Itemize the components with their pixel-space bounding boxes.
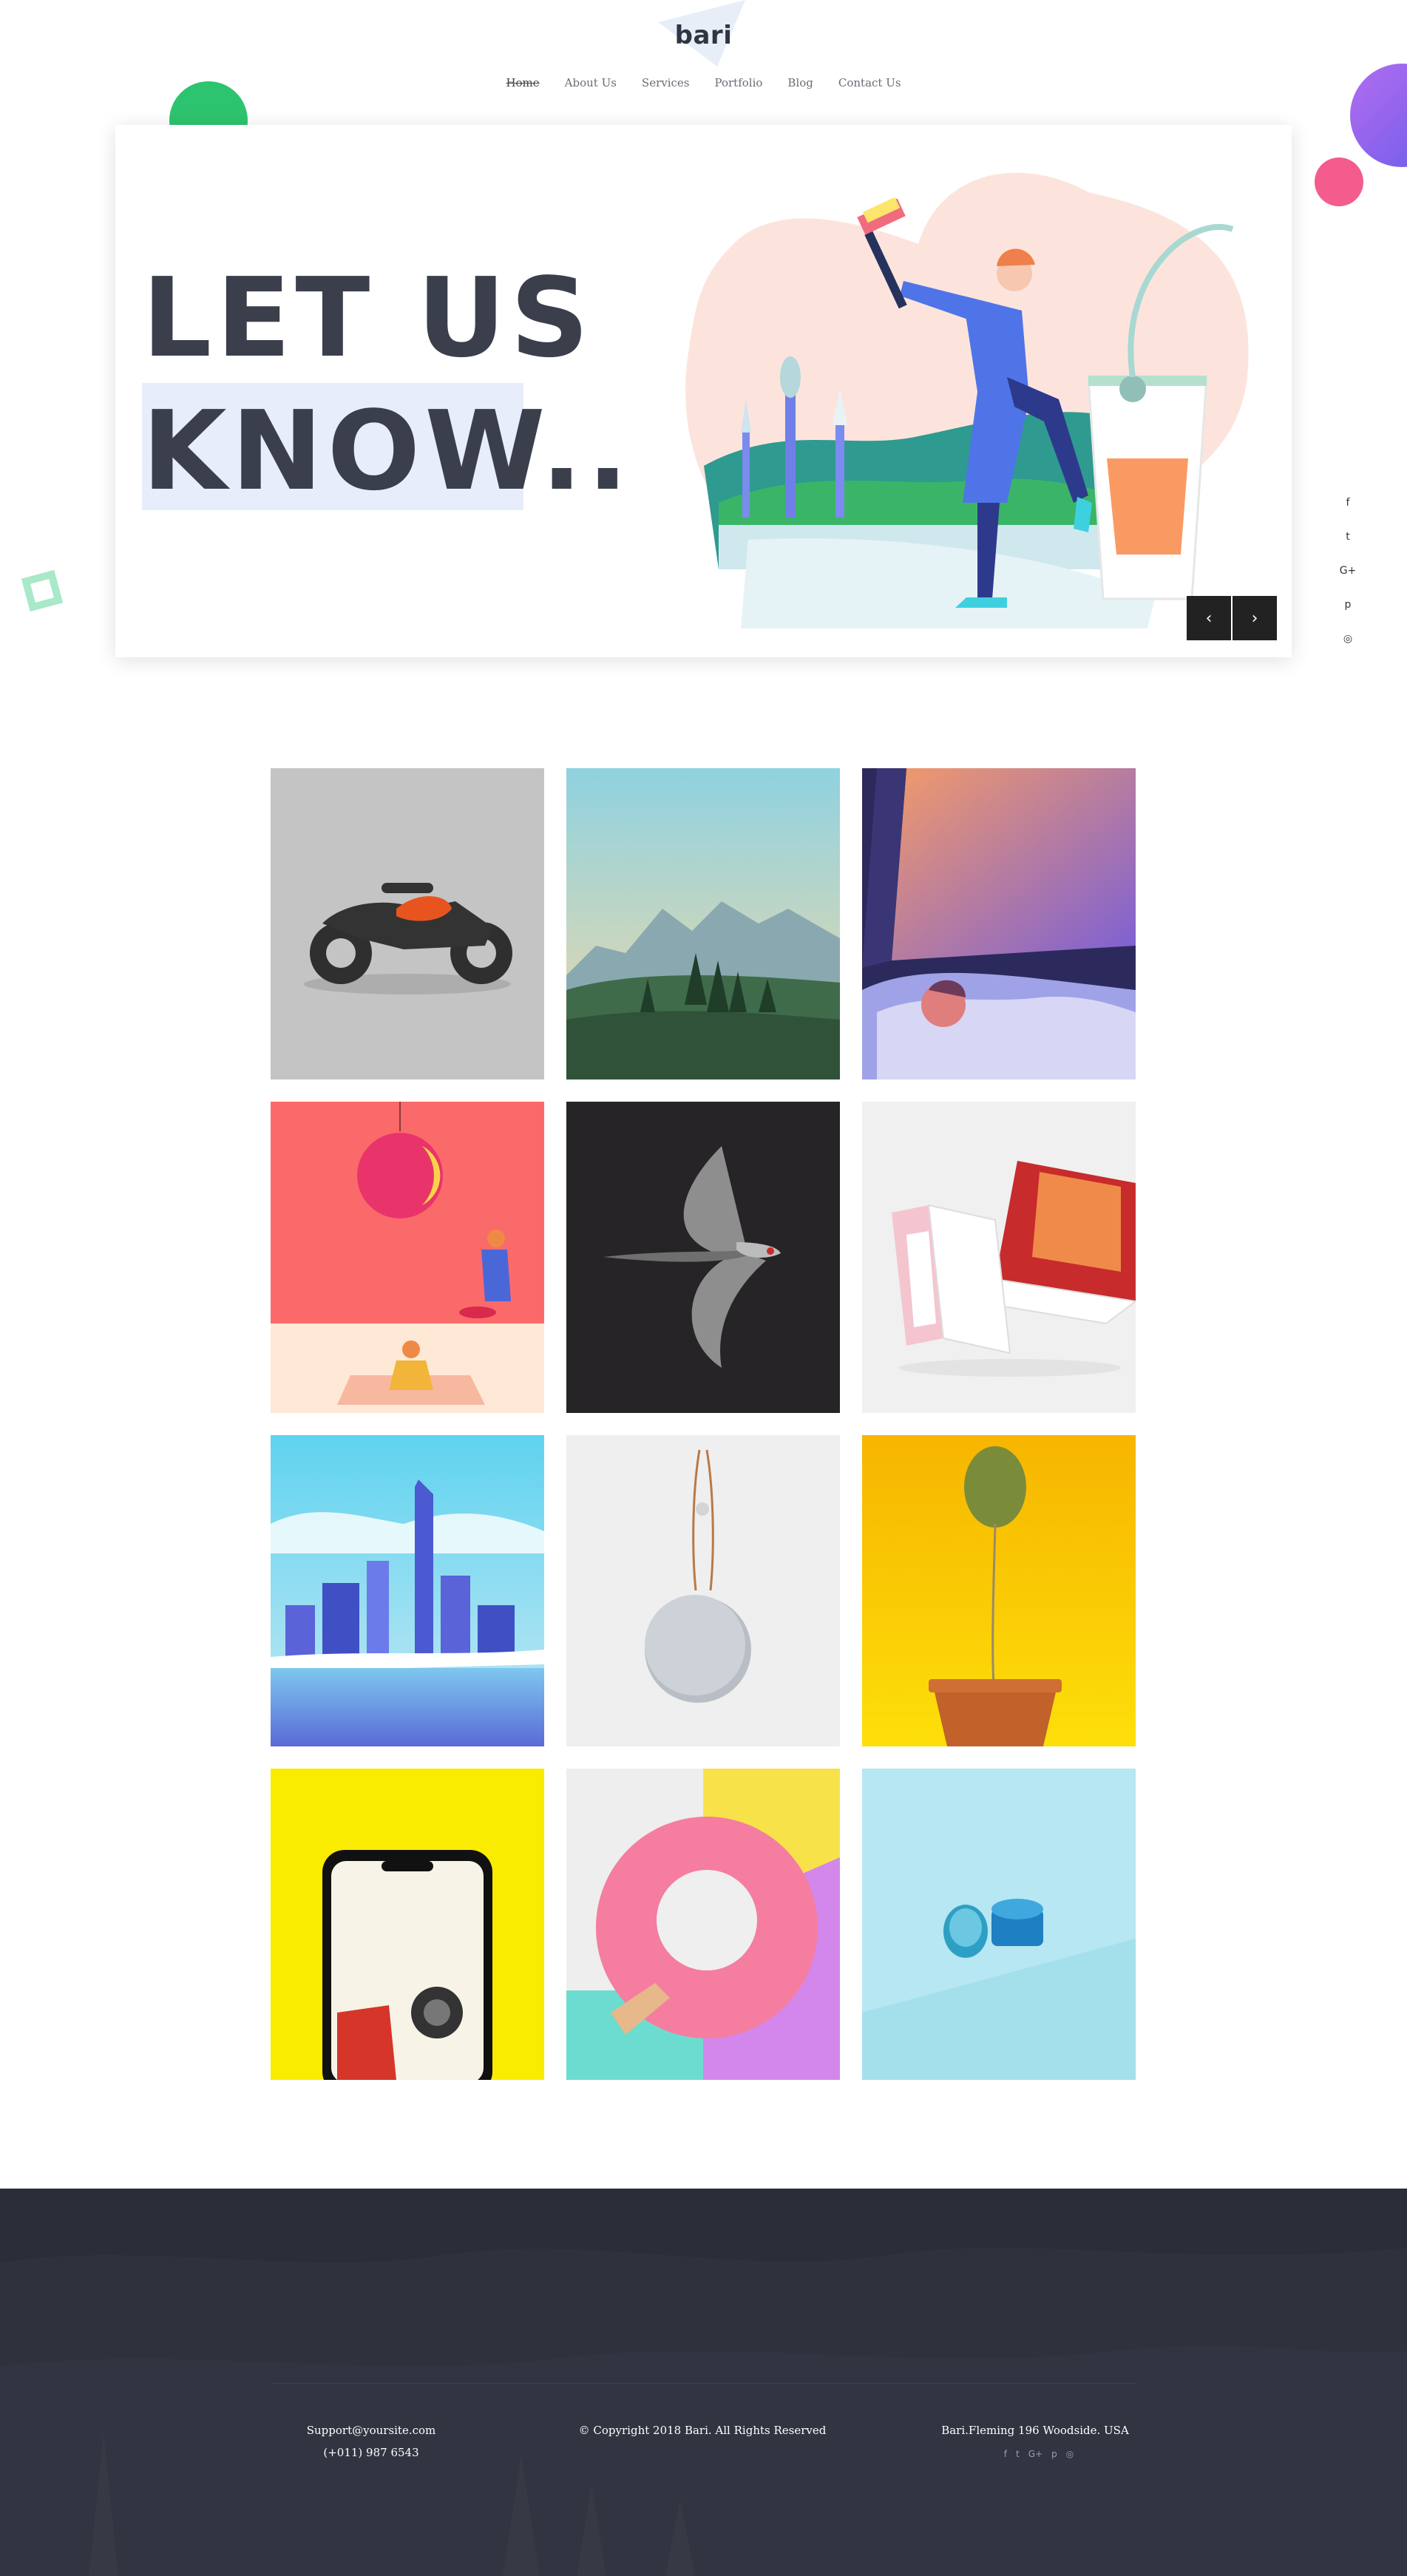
- chevron-left-icon: ‹: [1205, 609, 1213, 628]
- bluetooth-speaker-image: [566, 1435, 840, 1746]
- footer-address: Bari.Fleming 196 Woodside. USA: [941, 2424, 1129, 2437]
- blue-boxes-image: [862, 1769, 1136, 2080]
- pink-circle-decoration: [1315, 157, 1363, 206]
- pinterest-icon[interactable]: p: [1051, 2449, 1057, 2459]
- gallery-item-people-relaxing[interactable]: [271, 1102, 544, 1413]
- gallery-item-phone[interactable]: [271, 1769, 544, 2080]
- facebook-icon[interactable]: f: [1346, 495, 1350, 510]
- window-sleeper-image: [862, 768, 1136, 1079]
- nav-item-about-us[interactable]: About Us: [565, 76, 617, 89]
- gallery-item-swallow[interactable]: [566, 1102, 840, 1413]
- google-plus-icon[interactable]: G+: [1028, 2449, 1042, 2459]
- swallow-bird-image: [566, 1102, 840, 1413]
- footer-social-links: f t G+ p ◎: [983, 2449, 1094, 2459]
- footer-divider: [271, 2383, 1136, 2384]
- dribbble-icon[interactable]: ◎: [1343, 631, 1352, 646]
- slider-next-button[interactable]: ›: [1233, 596, 1277, 640]
- footer-phone: (+011) 987 6543: [323, 2446, 419, 2459]
- city-skyline-image: [271, 1435, 544, 1746]
- motorcycle-image: [271, 768, 544, 1079]
- people-relaxing-image: [271, 1102, 544, 1413]
- logo[interactable]: bari: [0, 21, 1407, 50]
- hero-heading-line2: KNOW..: [142, 387, 633, 515]
- gallery-item-pink-plate[interactable]: [566, 1769, 840, 2080]
- nav-item-services[interactable]: Services: [642, 76, 690, 89]
- site-footer: Support@yoursite.com (+011) 987 6543 © C…: [0, 2189, 1407, 2576]
- pink-plate-image: [566, 1769, 840, 2080]
- cactus-pot-image: [862, 1435, 1136, 1746]
- twitter-icon[interactable]: t: [1346, 529, 1350, 544]
- slider-prev-button[interactable]: ‹: [1187, 596, 1231, 640]
- chevron-right-icon: ›: [1251, 609, 1258, 628]
- dribbble-icon[interactable]: ◎: [1066, 2449, 1074, 2459]
- painter-illustration: [685, 172, 1249, 628]
- gallery-item-city[interactable]: [271, 1435, 544, 1746]
- gallery-item-cactus[interactable]: [862, 1435, 1136, 1746]
- hero-heading-line1: LET US: [142, 254, 594, 382]
- footer-email-link[interactable]: Support@yoursite.com: [271, 2424, 471, 2437]
- gallery-item-mountains[interactable]: [566, 768, 840, 1079]
- twitter-icon[interactable]: t: [1016, 2449, 1020, 2459]
- social-sidebar: f t G+ p ◎: [1338, 495, 1357, 646]
- mountain-landscape-image: [566, 768, 840, 1079]
- gallery-item-window-sleeper[interactable]: [862, 768, 1136, 1079]
- footer-copyright: © Copyright 2018 Bari. All Rights Reserv…: [578, 2424, 827, 2437]
- pinterest-icon[interactable]: p: [1345, 597, 1352, 612]
- laptop-mockup-image: [862, 1102, 1136, 1413]
- nav-item-contact-us[interactable]: Contact Us: [838, 76, 901, 89]
- nav-item-blog[interactable]: Blog: [787, 76, 813, 89]
- gallery-item-motorcycle[interactable]: [271, 768, 544, 1079]
- gallery-item-speaker[interactable]: [566, 1435, 840, 1746]
- nav-item-home[interactable]: Home: [506, 76, 539, 89]
- hero-slider: LET US KNOW.. ‹ ›: [115, 125, 1292, 657]
- nav-item-portfolio[interactable]: Portfolio: [715, 76, 763, 89]
- google-plus-icon[interactable]: G+: [1340, 563, 1357, 578]
- gallery-item-blue-boxes[interactable]: [862, 1769, 1136, 2080]
- phone-mockup-image: [271, 1769, 544, 2080]
- facebook-icon[interactable]: f: [1004, 2449, 1007, 2459]
- footer-background-pattern: [0, 2248, 1407, 2576]
- gallery-item-laptop[interactable]: [862, 1102, 1136, 1413]
- green-square-decoration: [21, 569, 64, 612]
